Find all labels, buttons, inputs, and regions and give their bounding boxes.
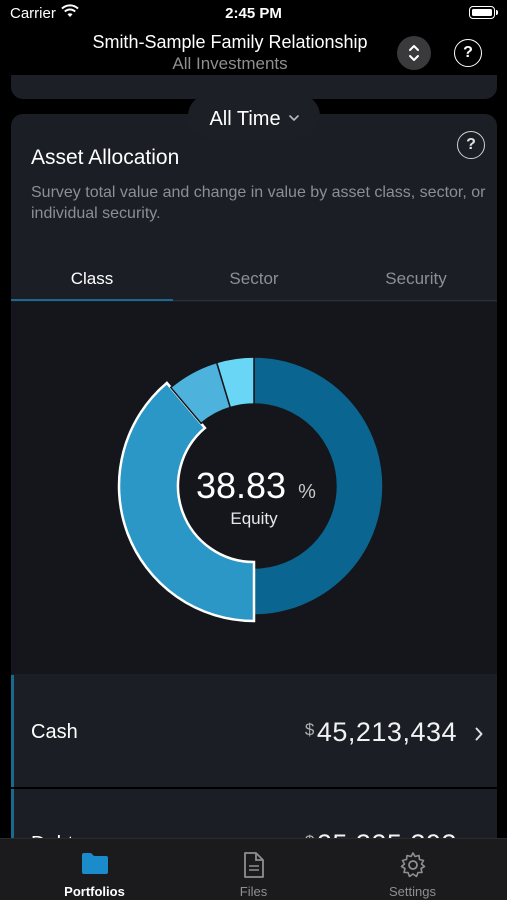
active-tab-indicator bbox=[11, 299, 173, 301]
center-label: Equity bbox=[230, 509, 278, 528]
status-bar: Carrier 2:45 PM bbox=[0, 0, 507, 30]
card-title: Asset Allocation bbox=[31, 146, 180, 169]
center-value: 38.83 bbox=[196, 465, 286, 506]
tab-label: Files bbox=[239, 884, 268, 899]
folder-icon bbox=[81, 853, 108, 874]
help-button[interactable]: ? bbox=[454, 39, 482, 67]
list-item-cash[interactable]: Cash $45,213,434 bbox=[11, 675, 497, 787]
allocation-donut-chart[interactable]: 38.83 % Equity bbox=[11, 302, 497, 674]
card-help-button[interactable]: ? bbox=[457, 131, 485, 159]
bottom-tab-bar: Portfolios Files Settings bbox=[0, 838, 507, 900]
chevron-right-icon bbox=[475, 727, 483, 741]
nav-header: Smith-Sample Family Relationship All Inv… bbox=[0, 30, 507, 80]
tab-class[interactable]: Class bbox=[11, 269, 173, 289]
tab-label: Portfolios bbox=[64, 884, 125, 899]
card-description: Survey total value and change in value b… bbox=[31, 184, 486, 222]
time-range-label: All Time bbox=[209, 108, 281, 130]
relationship-title[interactable]: Smith-Sample Family Relationship bbox=[20, 32, 440, 53]
tab-label: Settings bbox=[389, 884, 436, 899]
tab-portfolios[interactable]: Portfolios bbox=[10, 839, 179, 900]
chart-area: 38.83 % Equity bbox=[11, 302, 497, 674]
gear-icon bbox=[400, 852, 425, 878]
clock: 2:45 PM bbox=[225, 5, 282, 22]
row-accent bbox=[11, 675, 14, 787]
tab-settings[interactable]: Settings bbox=[328, 839, 497, 900]
time-range-selector[interactable]: All Time bbox=[188, 94, 320, 138]
chevron-up-down-icon bbox=[409, 45, 419, 61]
battery-icon bbox=[469, 6, 498, 19]
relationship-switch-button[interactable] bbox=[397, 36, 431, 70]
row-label: Cash bbox=[31, 721, 78, 743]
tab-files[interactable]: Files bbox=[169, 839, 338, 900]
allocation-tabs: Class Sector Security bbox=[11, 261, 497, 301]
asset-allocation-card: Asset Allocation ? Survey total value an… bbox=[11, 114, 497, 874]
tab-security[interactable]: Security bbox=[335, 269, 497, 289]
investments-subtitle: All Investments bbox=[172, 54, 288, 73]
center-unit: % bbox=[298, 481, 316, 503]
row-value: $45,213,434 bbox=[304, 717, 457, 747]
tab-sector[interactable]: Sector bbox=[173, 269, 335, 289]
file-icon bbox=[243, 852, 264, 878]
chevron-down-icon bbox=[288, 94, 299, 138]
